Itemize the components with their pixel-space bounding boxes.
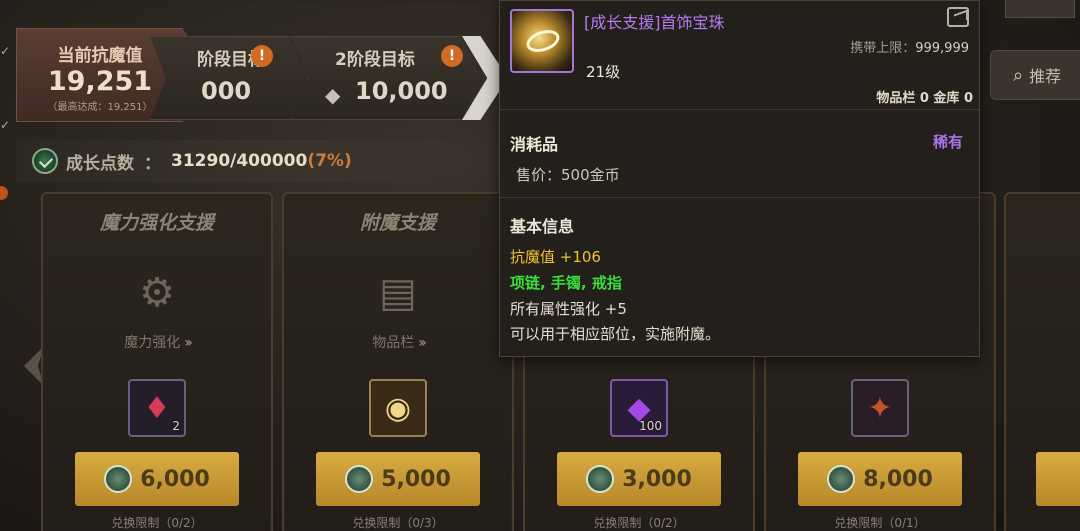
item-quantity: 100: [639, 419, 662, 433]
stage-2-target[interactable]: 2阶段目标 ! ◆ 10,000: [290, 36, 484, 120]
item-description: 可以用于相应部位，实施附魔。: [510, 325, 721, 343]
double-chevron-icon: ››: [184, 335, 192, 351]
support-card-enchant: 附魔支援 ▤ 物品栏 ›› ◉ 5,000 兑换限制（0/3）: [282, 192, 514, 531]
search-icon: ⌕: [1013, 64, 1024, 86]
growth-points-value: 31290/400000: [171, 151, 308, 171]
exchange-button[interactable]: 6,000: [75, 452, 239, 506]
exchange-price: 3,000: [622, 466, 692, 492]
item-rarity: 稀有: [932, 133, 963, 151]
growth-points-percent: (7%): [307, 151, 352, 171]
growth-points-colon: ：: [144, 153, 161, 174]
exchange-price: 6,000: [140, 466, 210, 492]
card-title: 附魔支援: [359, 212, 436, 234]
growth-points-label: 成长点数: [66, 153, 134, 174]
warning-icon: !: [441, 45, 463, 67]
support-card-magic-enhance: 魔力强化支援 ⚙ 魔力强化 ›› ♦ 2 6,000 兑换限制（0/2）: [41, 192, 273, 531]
exchange-price: 8,000: [863, 466, 933, 492]
item-slot-red-crystal[interactable]: ♦ 2: [128, 379, 186, 437]
storage-count: 物品栏 0 金库 0: [876, 91, 973, 106]
growth-points-bar: 成长点数 ： 31290/400000 (7%): [16, 140, 502, 182]
exchange-limit: 兑换限制（0/2）: [593, 516, 685, 530]
basic-info-heading: 基本信息: [510, 217, 575, 236]
card-title: 魔力强化支援: [99, 212, 214, 234]
growth-coin-icon: [345, 465, 374, 493]
growth-point-icon: [32, 148, 58, 174]
stage-2-label: 2阶段目标: [335, 50, 415, 70]
card-feature-link[interactable]: 魔力强化 ››: [43, 332, 271, 352]
exchange-limit: 兑换限制（0/1）: [834, 516, 926, 530]
item-tooltip: [成长支援]首饰宝珠 携带上限：999,999 21级 物品栏 0 金库 0 消…: [499, 0, 980, 357]
stage-1-value: 000: [201, 77, 252, 105]
item-level: 21级: [586, 63, 621, 81]
item-slot-accessory-orb[interactable]: ◉: [369, 379, 427, 437]
exchange-button[interactable]: [1036, 452, 1080, 506]
item-slot-red-scroll[interactable]: ✦: [851, 379, 909, 437]
accessory-orb-icon: [510, 9, 574, 73]
gold-ring-orb-icon: ◉: [384, 390, 412, 426]
top-right-button[interactable]: [1005, 0, 1075, 18]
stage-1-target[interactable]: 阶段目标 ! 000: [150, 36, 308, 120]
growth-coin-icon: [586, 465, 615, 493]
card-feature-label: 魔力强化: [124, 335, 181, 351]
item-name: [成长支援]首饰宝珠: [584, 13, 725, 32]
cards-stack-icon: ▤: [379, 270, 417, 316]
stage-2-value: 10,000: [355, 77, 448, 105]
item-quantity: 2: [172, 419, 180, 433]
red-crystal-icon: ♦: [143, 390, 171, 426]
divider: [500, 109, 979, 110]
growth-coin-icon: [104, 465, 133, 493]
share-icon[interactable]: [947, 7, 969, 27]
support-card-5: [1004, 192, 1080, 531]
recommend-label: 推荐: [1029, 67, 1062, 86]
card-feature-label: 物品栏: [372, 335, 415, 351]
sell-price: 售价：500金币: [516, 166, 620, 184]
collapse-marker-icon[interactable]: ✓: [0, 44, 12, 58]
divider: [500, 197, 979, 198]
exchange-limit: 兑换限制（0/3）: [352, 516, 444, 530]
carry-limit-label: 携带上限：: [850, 41, 916, 56]
stat-resistance: 抗魔值 +106: [510, 248, 601, 266]
red-scroll-icon: ✦: [867, 390, 893, 426]
exchange-button[interactable]: 8,000: [798, 452, 962, 506]
exchange-limit: 兑换限制（0/2）: [111, 516, 203, 530]
gear-icon: ⚙: [139, 270, 175, 316]
recommend-search-button[interactable]: ⌕ 推荐: [990, 50, 1080, 100]
carry-limit-value: 999,999: [915, 41, 969, 56]
exchange-button[interactable]: 5,000: [316, 452, 480, 506]
item-type: 消耗品: [510, 135, 559, 154]
diamond-icon: ◆: [325, 83, 341, 107]
warning-icon: !: [251, 45, 273, 67]
stat-all-attributes: 所有属性强化 +5: [510, 300, 627, 318]
card-feature-link[interactable]: 物品栏 ››: [284, 332, 512, 352]
growth-coin-icon: [827, 465, 856, 493]
stat-slots: 项链, 手镯, 戒指: [510, 274, 622, 292]
carry-limit: 携带上限：999,999: [850, 37, 969, 56]
exchange-button[interactable]: 3,000: [557, 452, 721, 506]
exchange-price: 5,000: [381, 466, 451, 492]
double-chevron-icon: ››: [418, 335, 426, 351]
collapse-marker-icon[interactable]: ✓: [0, 118, 12, 132]
item-slot-purple-gem[interactable]: ◆ 100: [610, 379, 668, 437]
